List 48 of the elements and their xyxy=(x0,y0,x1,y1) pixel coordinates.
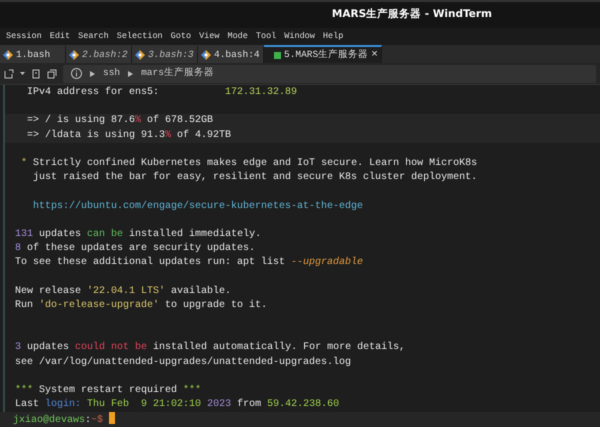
duplicate-icon[interactable] xyxy=(47,68,57,78)
caret-icon[interactable] xyxy=(20,72,25,76)
window-title: MARS生产服务器 - WindTerm xyxy=(332,7,492,22)
diamond-icon[interactable] xyxy=(69,50,79,60)
terminal-line: *** System restart required *** xyxy=(15,384,202,398)
menu-item[interactable]: Goto xyxy=(170,28,192,45)
menu-item[interactable]: Window xyxy=(284,28,315,45)
tab[interactable]: 1.bash xyxy=(0,45,66,63)
terminal-line: Run 'do-release-upgrade' to upgrade to it. xyxy=(15,298,268,313)
terminal-line: Last login: Thu Feb 9 21:02:10 2023 from 59.42.238.60 xyxy=(15,398,340,412)
cursor xyxy=(109,412,116,424)
terminal-line: To see these additional updates run: apt list --upgradable xyxy=(15,256,364,270)
terminal-line: New release '22.04.1 LTS' available. xyxy=(15,284,232,299)
breadcrumb-item[interactable]: ssh xyxy=(103,66,120,81)
triangle-icon xyxy=(90,70,95,76)
menu-item[interactable]: Search xyxy=(78,28,109,45)
info-icon[interactable] xyxy=(71,68,82,79)
menu-item[interactable]: Session xyxy=(6,28,42,45)
tab[interactable]: 3.bash:3 xyxy=(132,45,198,63)
diamond-icon[interactable] xyxy=(135,50,145,60)
tab[interactable]: 4.bash:4 xyxy=(198,45,264,63)
tab[interactable]: 5.MARS生产服务器 × xyxy=(264,45,382,63)
shell-prompt: jxiao@devaws:~$ xyxy=(13,415,104,426)
terminal-line: https://ubuntu.com/engage/secure-kubernetes-at-the-edge xyxy=(32,200,364,214)
diamond-icon[interactable] xyxy=(201,50,211,60)
menu-item[interactable]: Selection xyxy=(116,28,163,45)
diamond-icon[interactable] xyxy=(3,50,13,60)
copy-icon[interactable] xyxy=(31,68,41,78)
menu-item[interactable]: Mode xyxy=(227,28,248,45)
triangle-icon xyxy=(128,70,134,76)
terminal-line: IPv4 address for ens5: 172.31.32.89 xyxy=(26,86,298,100)
tab[interactable]: 2.bash:2 xyxy=(66,45,132,63)
terminal-line: => /ldata is using 91.3% of 4.92TB xyxy=(26,128,232,143)
terminal-line: => / is using 87.6% of 678.52GB xyxy=(26,114,214,128)
terminal-line: see /var/log/unattended-upgrades/unattended-upgrades.log xyxy=(15,356,352,370)
menu-item[interactable]: Tool xyxy=(256,28,276,45)
terminal-line: 8 of these updates are security updates. xyxy=(15,242,256,256)
new-session-icon[interactable] xyxy=(4,68,14,78)
breadcrumb-item[interactable]: mars生产服务器 xyxy=(141,66,214,81)
menu-item[interactable]: View xyxy=(199,28,220,45)
terminal-line: 3 updates could not be installed automatically. For more details, xyxy=(15,341,406,356)
close-button[interactable]: × xyxy=(371,46,378,64)
square-icon[interactable] xyxy=(274,52,281,58)
terminal-line: 131 updates can be installed immediately. xyxy=(15,228,262,242)
terminal-line: * Strictly confined Kubernetes makes edge and IoT secure. Learn how MicroK8s xyxy=(20,156,478,171)
terminal-line: just raised the bar for easy, resilient and secure K8s cluster deployment. xyxy=(32,171,478,186)
menu-item[interactable]: Edit xyxy=(50,28,70,45)
menu-item[interactable]: Help xyxy=(322,28,344,45)
